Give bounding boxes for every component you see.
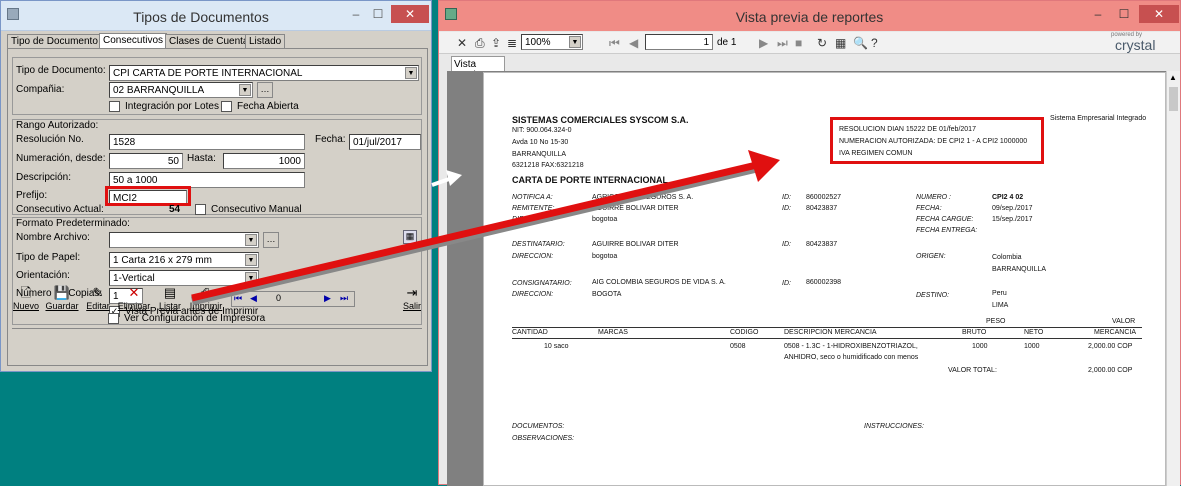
arrow-prefijo-to-resolucion [190, 150, 780, 306]
annotation-arrows [190, 150, 780, 306]
arrow-white-to-preview [431, 170, 462, 187]
